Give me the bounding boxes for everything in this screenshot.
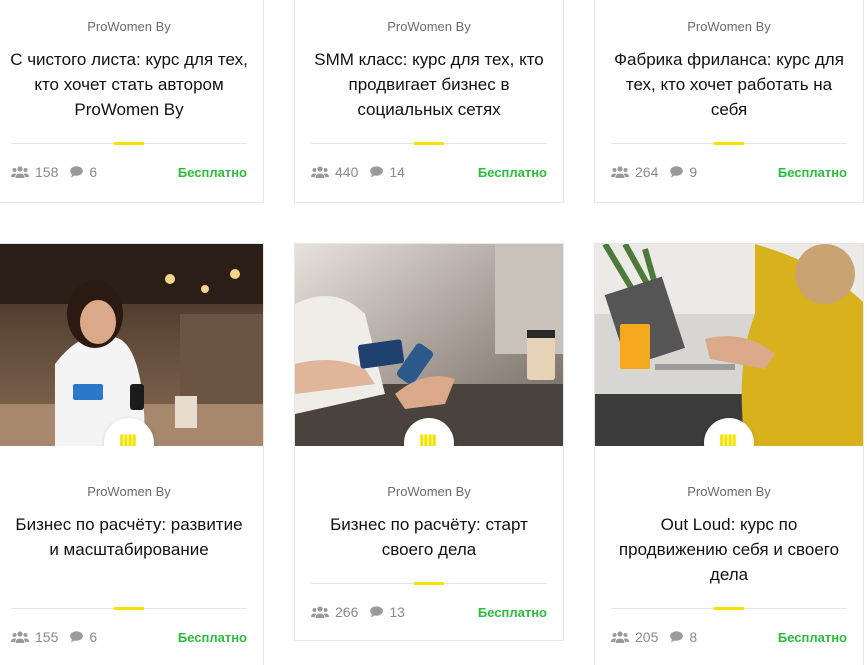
divider [11, 143, 247, 144]
course-author[interactable]: ProWomen By [0, 484, 263, 499]
course-title[interactable]: Фабрика фриланса: курс для тех, кто хоче… [595, 47, 863, 122]
students-count: 264 [611, 164, 658, 180]
price-label: Бесплатно [777, 629, 847, 645]
course-card[interactable]: ProWomen By Фабрика фриланса: курс для т… [594, 0, 864, 203]
course-author[interactable]: ProWomen By [0, 19, 263, 34]
course-card[interactable]: ProWomen By SMM класс: курс для тех, кто… [294, 0, 564, 203]
course-author[interactable]: ProWomen By [595, 484, 863, 499]
course-card[interactable]: ProWomen By С чистого листа: курс для те… [0, 0, 264, 203]
comment-icon [670, 166, 684, 178]
comments-count: 6 [70, 164, 97, 180]
price-label: Бесплатно [477, 164, 547, 180]
students-count: 440 [311, 164, 358, 180]
students-count: 158 [11, 164, 58, 180]
price-label: Бесплатно [177, 629, 247, 645]
course-meta: 264 9 Бесплатно [595, 162, 863, 182]
cafe-woman-card-photo [0, 244, 263, 446]
laptop-woman-photo [595, 244, 863, 446]
course-image[interactable]: IIII. [295, 244, 563, 446]
prowomen-logo: IIII. [418, 430, 442, 447]
course-title[interactable]: Бизнес по расчёту: старт своего дела [295, 512, 563, 562]
students-count: 266 [311, 604, 358, 620]
comment-icon [370, 606, 384, 618]
course-image[interactable]: IIII. [595, 244, 863, 446]
divider [11, 608, 247, 609]
users-icon [311, 166, 329, 178]
course-meta: 440 14 Бесплатно [295, 162, 563, 182]
comments-count: 9 [670, 164, 697, 180]
course-meta: 155 6 Бесплатно [0, 627, 263, 647]
course-meta: 205 8 Бесплатно [595, 627, 863, 647]
price-label: Бесплатно [177, 164, 247, 180]
comment-icon [70, 166, 84, 178]
course-image[interactable]: IIII. [0, 244, 263, 446]
users-icon [611, 166, 629, 178]
users-icon [611, 631, 629, 643]
divider [611, 143, 847, 144]
course-card[interactable]: IIII. ProWomen By Out Loud: курс по прод… [594, 243, 864, 665]
comments-count: 13 [370, 604, 405, 620]
course-title[interactable]: SMM класс: курс для тех, кто продвигает … [295, 47, 563, 122]
price-label: Бесплатно [477, 604, 547, 620]
course-author[interactable]: ProWomen By [295, 19, 563, 34]
prowomen-logo: IIII. [118, 430, 142, 447]
comment-icon [670, 631, 684, 643]
users-icon [11, 166, 29, 178]
hands-card-phone-photo [295, 244, 563, 446]
course-meta: 266 13 Бесплатно [295, 602, 563, 622]
divider [311, 583, 547, 584]
course-title[interactable]: Бизнес по расчёту: развитие и масштабиро… [0, 512, 263, 587]
comments-count: 8 [670, 629, 697, 645]
users-icon [11, 631, 29, 643]
divider [311, 143, 547, 144]
price-label: Бесплатно [777, 164, 847, 180]
course-card[interactable]: IIII. ProWomen By Бизнес по расчёту: ста… [294, 243, 564, 641]
course-author[interactable]: ProWomen By [295, 484, 563, 499]
comment-icon [370, 166, 384, 178]
students-count: 205 [611, 629, 658, 645]
comment-icon [70, 631, 84, 643]
users-icon [311, 606, 329, 618]
course-title[interactable]: Out Loud: курс по продвижению себя и сво… [595, 512, 863, 587]
prowomen-logo: IIII. [718, 430, 742, 447]
comments-count: 6 [70, 629, 97, 645]
course-meta: 158 6 Бесплатно [0, 162, 263, 182]
course-card[interactable]: IIII. ProWomen By Бизнес по расчёту: раз… [0, 243, 264, 665]
divider [611, 608, 847, 609]
students-count: 155 [11, 629, 58, 645]
course-author[interactable]: ProWomen By [595, 19, 863, 34]
comments-count: 14 [370, 164, 405, 180]
course-title[interactable]: С чистого листа: курс для тех, кто хочет… [0, 47, 263, 122]
